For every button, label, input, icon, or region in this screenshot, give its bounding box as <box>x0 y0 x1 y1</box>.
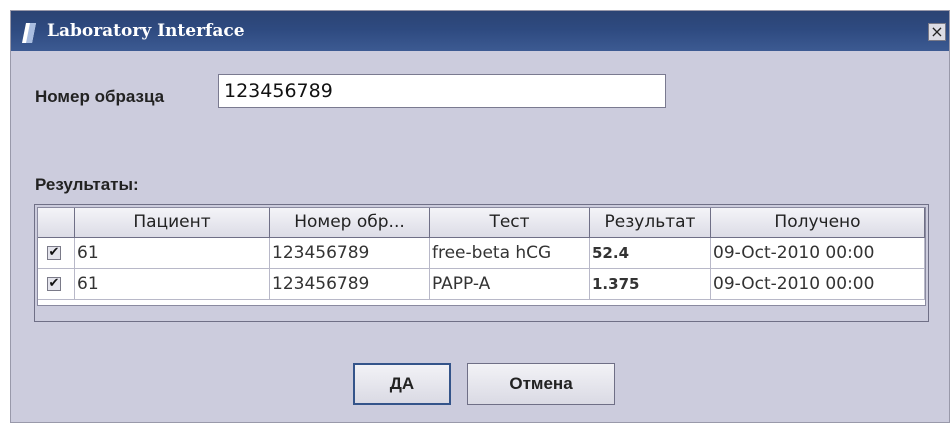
received-cell: 09-Oct-2010 00:00 <box>711 238 925 269</box>
row-checkbox[interactable]: ✔ <box>47 246 61 260</box>
column-header-result[interactable]: Результат <box>590 208 711 238</box>
patient-cell: 61 <box>75 238 270 269</box>
title-bar[interactable]: Laboratory Interface × <box>11 11 949 51</box>
dialog-window: Laboratory Interface × Номер образца Рез… <box>10 10 950 423</box>
sample-number-input[interactable] <box>218 74 666 108</box>
column-header-patient[interactable]: Пациент <box>75 208 270 238</box>
test-cell: PAPP-A <box>430 269 590 300</box>
sample-cell: 123456789 <box>270 238 430 269</box>
sample-cell: 123456789 <box>270 269 430 300</box>
results-label: Результаты: <box>35 175 139 194</box>
column-header-sample[interactable]: Номер обр... <box>270 208 430 238</box>
table-row[interactable]: ✔ 61 123456789 PAPP-A 1.375 09-Oct-2010 … <box>38 269 925 300</box>
results-table-frame: Пациент Номер обр... Тест Результат Полу… <box>34 204 929 322</box>
result-cell: 1.375 <box>590 269 711 300</box>
test-cell: free-beta hCG <box>430 238 590 269</box>
row-select-cell[interactable]: ✔ <box>38 238 75 269</box>
column-header-test[interactable]: Тест <box>430 208 590 238</box>
column-header-select[interactable] <box>38 208 75 238</box>
patient-cell: 61 <box>75 269 270 300</box>
received-cell: 09-Oct-2010 00:00 <box>711 269 925 300</box>
table-row[interactable]: ✔ 61 123456789 free-beta hCG 52.4 09-Oct… <box>38 238 925 269</box>
row-checkbox[interactable]: ✔ <box>47 277 61 291</box>
results-table[interactable]: Пациент Номер обр... Тест Результат Полу… <box>37 207 926 306</box>
row-select-cell[interactable]: ✔ <box>38 269 75 300</box>
window-title: Laboratory Interface <box>47 21 245 41</box>
sample-number-label: Номер образца <box>35 87 165 106</box>
result-cell: 52.4 <box>590 238 711 269</box>
close-button[interactable]: × <box>928 23 946 41</box>
column-header-received[interactable]: Получено <box>711 208 925 238</box>
app-icon <box>22 23 36 43</box>
cancel-button[interactable]: Отмена <box>467 363 615 405</box>
ok-button[interactable]: ДА <box>353 363 451 405</box>
